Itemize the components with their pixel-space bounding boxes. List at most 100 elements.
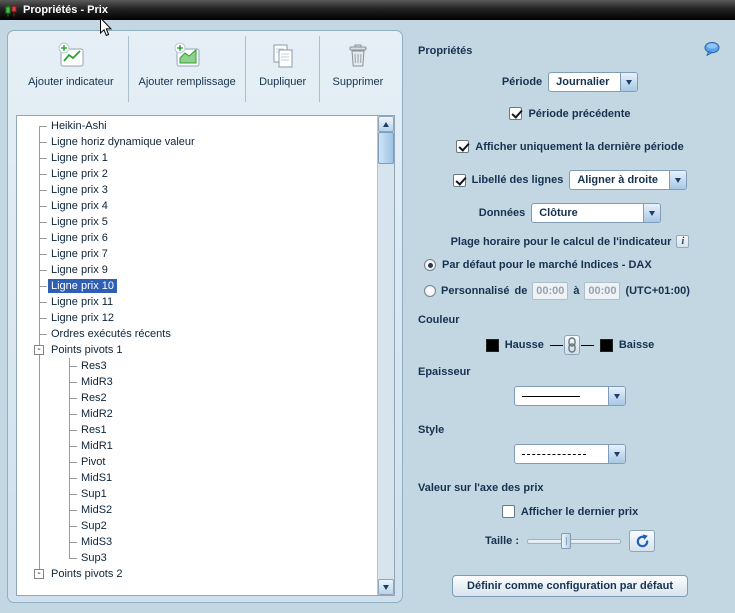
tree-guide-tick bbox=[39, 157, 47, 159]
tree-item[interactable]: Ligne prix 1 bbox=[17, 150, 377, 166]
style-dropdown[interactable] bbox=[514, 444, 626, 464]
tree-item[interactable]: Ligne prix 2 bbox=[17, 166, 377, 182]
tree-item[interactable]: Ligne prix 10 bbox=[17, 278, 377, 294]
tree-item[interactable]: Res2 bbox=[17, 390, 377, 406]
indicator-tree: Heikin-Ashi Ligne horiz dynamique valeur L… bbox=[17, 116, 377, 595]
arrow-down-icon bbox=[383, 584, 389, 590]
tree-item[interactable]: Res1 bbox=[17, 422, 377, 438]
collapse-toggle[interactable]: - bbox=[34, 345, 44, 355]
add-fill-button[interactable]: Ajouter remplissage bbox=[127, 36, 246, 102]
donnees-label: Données bbox=[478, 207, 526, 219]
time-to-field[interactable]: 00:00 bbox=[584, 282, 621, 300]
tree-item[interactable]: MidR1 bbox=[17, 438, 377, 454]
tree-item[interactable]: MidS2 bbox=[17, 502, 377, 518]
tree-guide-tick bbox=[39, 205, 47, 207]
tree-item[interactable]: - Points pivots 1 bbox=[17, 342, 377, 358]
collapse-toggle[interactable]: - bbox=[34, 569, 44, 579]
tree-item[interactable]: Ligne prix 9 bbox=[17, 262, 377, 278]
tree-item[interactable]: Ligne prix 3 bbox=[17, 182, 377, 198]
chevron-down-icon bbox=[620, 73, 638, 91]
tree-item[interactable]: Pivot bbox=[17, 454, 377, 470]
periode-dropdown[interactable]: Journalier bbox=[548, 72, 639, 92]
afficher-derniere-label: Afficher uniquement la dernière période bbox=[475, 140, 684, 153]
tree-guide-tick bbox=[69, 525, 77, 527]
a-label: à bbox=[573, 285, 580, 297]
slider-thumb[interactable] bbox=[561, 533, 572, 549]
scroll-up-button[interactable] bbox=[378, 116, 394, 132]
reset-taille-button[interactable] bbox=[629, 530, 656, 552]
taille-label: Taille : bbox=[484, 535, 520, 547]
baisse-color-swatch[interactable] bbox=[599, 338, 613, 352]
scroll-down-button[interactable] bbox=[378, 579, 394, 595]
tree-item-label: Points pivots 1 bbox=[51, 344, 123, 356]
hausse-label: Hausse bbox=[504, 339, 544, 351]
hausse-color-swatch[interactable] bbox=[485, 338, 499, 352]
periode-precedente-checkbox[interactable] bbox=[509, 107, 523, 120]
taille-slider[interactable] bbox=[527, 533, 622, 549]
set-default-config-button[interactable]: Définir comme configuration par défaut bbox=[452, 575, 688, 597]
epaisseur-dropdown[interactable] bbox=[514, 386, 626, 406]
help-bubble-icon[interactable] bbox=[704, 41, 720, 59]
libelle-lignes-checkbox[interactable] bbox=[452, 173, 466, 187]
chevron-down-icon bbox=[608, 387, 625, 405]
link-colors-button[interactable] bbox=[563, 335, 580, 355]
tree-guide-tick bbox=[39, 141, 47, 143]
tree-item[interactable]: Res3 bbox=[17, 358, 377, 374]
tree-item[interactable]: - Points pivots 2 bbox=[17, 566, 377, 582]
tree-item[interactable]: Sup2 bbox=[17, 518, 377, 534]
tree-item[interactable]: Ligne horiz dynamique valeur bbox=[17, 134, 377, 150]
reset-arrow-icon bbox=[636, 533, 648, 547]
add-indicator-button[interactable]: Ajouter indicateur bbox=[14, 36, 128, 102]
tree-item[interactable]: Sup1 bbox=[17, 486, 377, 502]
tree-item-label: MidR2 bbox=[81, 408, 113, 420]
tree-item[interactable]: Ligne prix 4 bbox=[17, 198, 377, 214]
toolbar-button-label: Ajouter remplissage bbox=[138, 76, 236, 88]
tree-guide-tick bbox=[69, 461, 77, 463]
tree-item-label: Ligne prix 11 bbox=[51, 296, 114, 308]
add-fill-icon bbox=[172, 41, 202, 71]
tree-guide-tick bbox=[69, 509, 77, 511]
scrollbar-thumb[interactable] bbox=[378, 132, 394, 164]
tree-guide-tick bbox=[39, 301, 47, 303]
chain-link-icon bbox=[568, 337, 576, 353]
plage-custom-radio[interactable] bbox=[424, 285, 436, 297]
afficher-dernier-prix-label: Afficher le dernier prix bbox=[520, 505, 639, 518]
time-from-field[interactable]: 00:00 bbox=[532, 282, 569, 300]
tree-item-label: Points pivots 2 bbox=[51, 568, 123, 580]
toolbar: Ajouter indicateur Ajouter remplissage Dup… bbox=[14, 36, 396, 102]
tree-item[interactable]: Ligne prix 5 bbox=[17, 214, 377, 230]
tree-item[interactable]: MidR2 bbox=[17, 406, 377, 422]
tree-item[interactable]: Ligne prix 11 bbox=[17, 294, 377, 310]
tree-item[interactable]: MidS3 bbox=[17, 534, 377, 550]
donnees-dropdown[interactable]: Clôture bbox=[531, 203, 662, 223]
tree-guide-tick bbox=[69, 541, 77, 543]
duplicate-button[interactable]: Dupliquer bbox=[245, 36, 318, 102]
delete-button[interactable]: Supprimer bbox=[318, 36, 396, 102]
epaisseur-label: Epaisseur bbox=[418, 366, 471, 378]
tree-item[interactable]: Ligne prix 7 bbox=[17, 246, 377, 262]
afficher-derniere-checkbox[interactable] bbox=[456, 140, 470, 153]
info-icon[interactable]: i bbox=[676, 235, 690, 248]
afficher-dernier-prix-checkbox[interactable] bbox=[501, 505, 515, 518]
tree-item[interactable]: MidS1 bbox=[17, 470, 377, 486]
panel-title: Propriétés bbox=[418, 44, 473, 57]
tree-guide-tick bbox=[69, 429, 77, 431]
libelle-align-dropdown[interactable]: Aligner à droite bbox=[569, 170, 688, 190]
titlebar[interactable]: Propriétés - Prix bbox=[0, 0, 735, 20]
plage-horaire-title: Plage horaire pour le calcul de l'indica… bbox=[450, 235, 672, 248]
tree-item[interactable]: Sup3 bbox=[17, 550, 377, 566]
tree-item-label: Ligne prix 12 bbox=[51, 312, 114, 324]
plage-default-radio[interactable] bbox=[424, 259, 436, 271]
tree-guide-tick bbox=[69, 397, 77, 399]
line-thickness-preview bbox=[522, 395, 580, 397]
tree-item[interactable]: Ligne prix 12 bbox=[17, 310, 377, 326]
tree-item-label: Ligne prix 9 bbox=[51, 264, 108, 276]
tree-scrollbar[interactable] bbox=[377, 116, 394, 595]
tree-item[interactable]: Ordres exécutés récents bbox=[17, 326, 377, 342]
tree-item[interactable]: MidR3 bbox=[17, 374, 377, 390]
plage-custom-label: Personnalisé bbox=[441, 285, 510, 297]
tree-item[interactable]: Ligne prix 6 bbox=[17, 230, 377, 246]
tree-item[interactable]: Heikin-Ashi bbox=[17, 118, 377, 134]
tree-item-label: Sup3 bbox=[81, 552, 107, 564]
tree-item-label: Ordres exécutés récents bbox=[51, 328, 171, 340]
